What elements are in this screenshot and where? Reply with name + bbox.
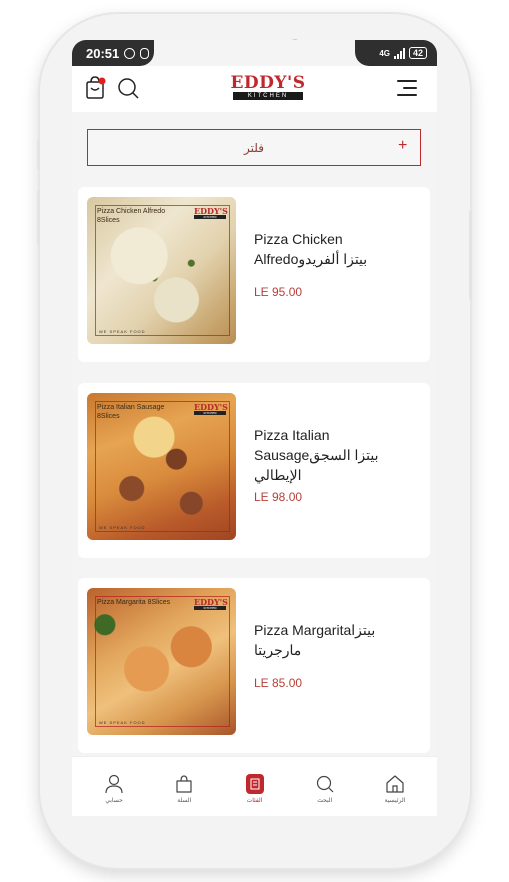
product-price: LE 85.00 [254,676,303,690]
image-brand: EDDY'S KITCHEN [194,206,228,219]
logo-title: EDDY'S [230,73,306,93]
nav-search-label: البحث [317,797,333,804]
battery-level: 42 [412,48,423,58]
nav-search[interactable]: البحث [299,757,351,816]
product-name: Pizza Italian Sausageبيتزا السجق الإيطال… [254,427,379,483]
image-brand: EDDY'S KITCHEN [194,402,228,415]
hamburger-menu-icon[interactable] [397,80,417,97]
brand-logo[interactable]: EDDY'S KITCHEN [230,74,306,102]
image-caption: Pizza Margarita 8Slices [97,599,171,606]
network-label: 4G [379,48,390,58]
signal-icon [393,47,405,59]
status-bar-left: 20:51 [72,40,154,66]
nav-home-label: الرئيسية [384,797,406,804]
nav-home[interactable]: الرئيسية [369,757,421,816]
nav-cart[interactable]: السلة [158,757,210,816]
product-image: Pizza Chicken Alfredo 8Slices EDDY'S KIT… [87,197,236,344]
user-icon [105,774,123,794]
image-caption: Pizza Italian Sausage 8Slices [97,404,165,420]
status-bar-right: 4G 42 [355,40,437,66]
product-card[interactable]: Pizza Italian Sausage 8Slices EDDY'S KIT… [78,383,430,558]
alarm-icon [124,47,136,59]
search-icon [316,775,334,793]
cart-icon [176,775,192,793]
app-header: EDDY'S KITCHEN [72,66,437,112]
product-card[interactable]: Pizza Chicken Alfredo 8Slices EDDY'S KIT… [78,187,430,362]
product-name: Pizza Margaritaبيتزا مارجريتا [254,622,376,658]
image-footer: WE SPEAK FOOD [99,720,146,725]
nav-account-label: حسابي [105,797,123,804]
nav-cart-label: السلة [177,797,192,804]
categories-icon [245,774,264,794]
status-time: 20:51 [86,45,120,61]
volume-button [37,140,40,170]
image-brand: EDDY'S KITCHEN [194,597,228,610]
product-name: Pizza Chicken Alfredoبيتزا ألفريدو [254,231,368,267]
headset-icon [140,47,150,59]
plus-icon: + [398,137,408,154]
product-image: Pizza Italian Sausage 8Slices EDDY'S KIT… [87,393,236,540]
filter-label: فلتر [244,140,264,155]
battery-icon: 42 [408,47,427,59]
bottom-navigation: حسابي السلة الفئات البحث الرئيسية [72,756,437,816]
volume-button [37,190,40,245]
power-button [469,210,472,300]
image-caption: Pizza Chicken Alfredo 8Slices [97,208,166,224]
product-image: Pizza Margarita 8Slices EDDY'S KITCHEN W… [87,588,236,735]
home-icon [386,775,404,793]
shopping-bag-icon[interactable] [84,76,106,100]
nav-categories-label: الفئات [246,797,263,804]
logo-subtitle: KITCHEN [233,92,303,100]
product-price: LE 98.00 [254,490,303,504]
product-price: LE 95.00 [254,285,303,299]
image-footer: WE SPEAK FOOD [99,329,146,334]
nav-categories[interactable]: الفئات [229,757,281,816]
product-card[interactable]: Pizza Margarita 8Slices EDDY'S KITCHEN W… [78,578,430,753]
image-footer: WE SPEAK FOOD [99,525,146,530]
nav-account[interactable]: حسابي [88,757,140,816]
search-icon[interactable] [117,77,139,99]
app-screen: 20:51 4G 42 EDDY'S KITCHEN فلتر + Pizza … [72,40,437,816]
filter-button[interactable]: فلتر + [87,129,421,166]
